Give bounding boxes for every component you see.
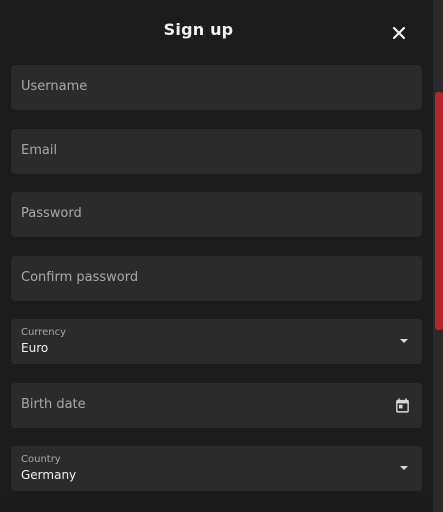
currency-label: Currency — [21, 327, 67, 338]
page-scrollbar-thumb[interactable] — [435, 92, 443, 330]
country-label: Country — [21, 454, 61, 465]
close-icon — [392, 26, 406, 40]
email-placeholder: Email — [21, 143, 58, 158]
close-button[interactable] — [388, 22, 410, 44]
password-field[interactable]: Password — [11, 192, 422, 237]
email-field[interactable]: Email — [11, 129, 422, 174]
chevron-down-icon — [400, 339, 408, 343]
birth-date-field[interactable]: Birth date — [11, 383, 422, 428]
password-placeholder: Password — [21, 206, 82, 221]
calendar-icon[interactable] — [394, 397, 411, 414]
confirm-password-placeholder: Confirm password — [21, 270, 139, 285]
modal-title: Sign up — [163, 20, 234, 39]
birth-date-placeholder: Birth date — [21, 397, 86, 412]
username-placeholder: Username — [21, 79, 88, 94]
chevron-down-icon — [400, 466, 408, 470]
confirm-password-field[interactable]: Confirm password — [11, 256, 422, 301]
currency-value: Euro — [21, 341, 49, 355]
signup-modal: Sign up Username Email Password Confirm … — [0, 0, 433, 496]
country-value: Germany — [21, 468, 77, 482]
country-select[interactable]: Country Germany — [11, 446, 422, 491]
username-field[interactable]: Username — [11, 65, 422, 110]
currency-select[interactable]: Currency Euro — [11, 319, 422, 364]
